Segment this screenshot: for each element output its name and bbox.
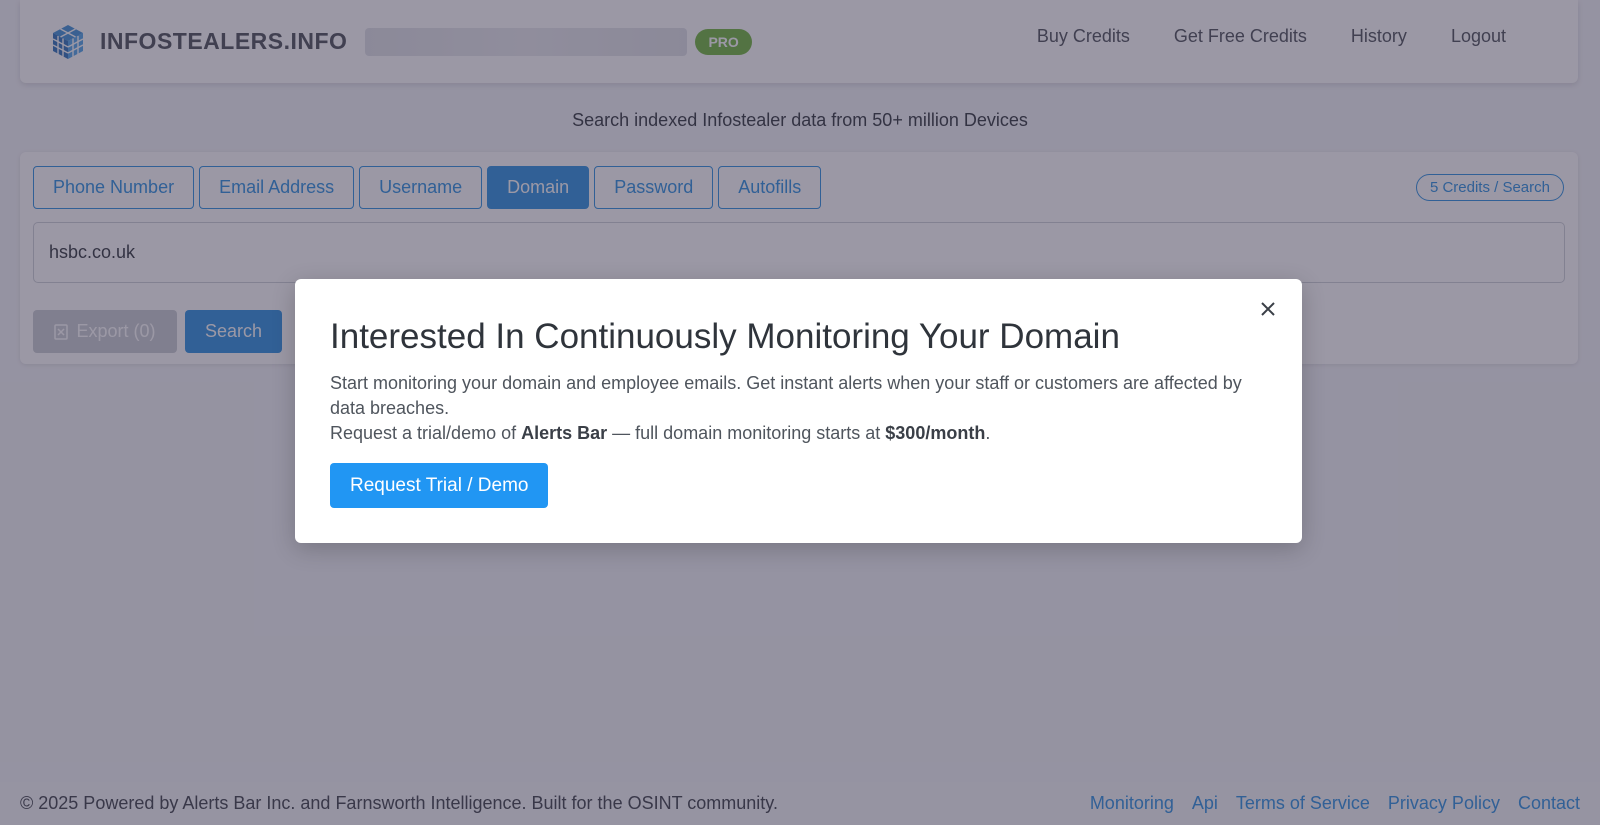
monitoring-promo-modal: Interested In Continuously Monitoring Yo…	[295, 279, 1302, 543]
modal-close-button[interactable]	[1254, 295, 1282, 323]
close-icon	[1261, 302, 1275, 316]
price: $300/month	[885, 423, 986, 443]
product-name: Alerts Bar	[521, 423, 608, 443]
modal-pricing-line: Request a trial/demo of Alerts Bar — ful…	[330, 423, 991, 443]
modal-title: Interested In Continuously Monitoring Yo…	[330, 317, 1120, 356]
request-trial-demo-button[interactable]: Request Trial / Demo	[330, 463, 549, 508]
modal-description: Start monitoring your domain and employe…	[330, 373, 1242, 418]
modal-body: Start monitoring your domain and employe…	[330, 371, 1265, 446]
